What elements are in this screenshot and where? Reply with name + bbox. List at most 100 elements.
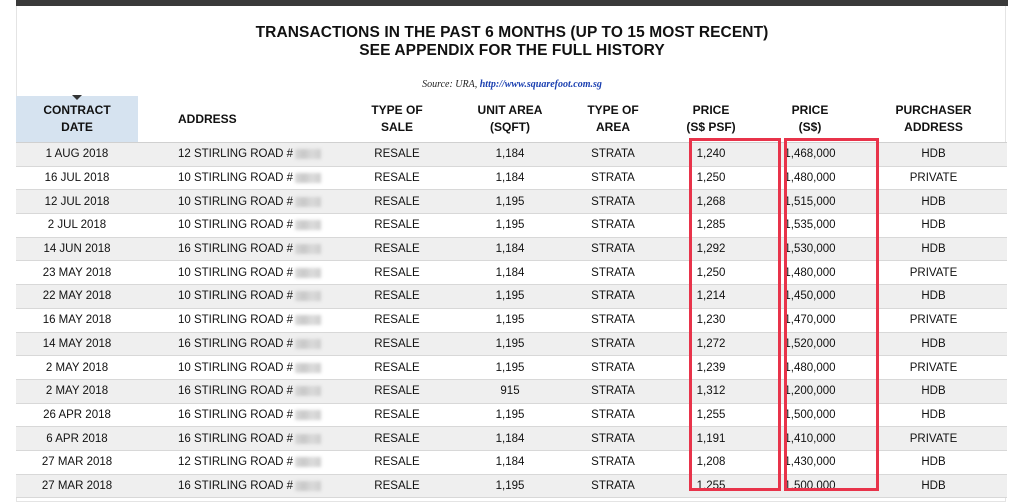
table-row[interactable]: 26 APR 2018 16 STIRLING ROAD # RESALE 1,195… xyxy=(16,403,1007,428)
cell-psf: 1,230 xyxy=(662,308,760,333)
redacted-unit-number xyxy=(295,409,322,420)
cell-date: 16 JUL 2018 xyxy=(16,166,138,191)
cell-date: 14 JUN 2018 xyxy=(16,237,138,262)
cell-area_type: STRATA xyxy=(564,332,662,357)
table-body: 1 AUG 2018 12 STIRLING ROAD # RESALE 1,184 S… xyxy=(16,142,1007,499)
cell-purchaser: HDB xyxy=(860,450,1007,475)
cell-address: 10 STIRLING ROAD # xyxy=(138,308,338,333)
cell-area_type: STRATA xyxy=(564,426,662,451)
cell-area_type: STRATA xyxy=(564,284,662,309)
cell-purchaser: HDB xyxy=(860,474,1007,499)
cell-psf: 1,255 xyxy=(662,474,760,499)
redacted-unit-number xyxy=(295,173,322,183)
cell-purchaser: HDB xyxy=(860,332,1007,357)
address-text: 12 STIRLING ROAD # xyxy=(178,456,294,469)
source-note: Source: URA, http://www.squarefoot.com.s… xyxy=(0,79,1024,90)
cell-area_type: STRATA xyxy=(564,237,662,262)
column-header-date[interactable]: CONTRACT DATE xyxy=(16,95,138,143)
column-header-label: ADDRESS xyxy=(178,111,237,126)
table-row[interactable]: 22 MAY 2018 10 STIRLING ROAD # RESALE 1,195… xyxy=(16,284,1007,309)
column-header-address[interactable]: ADDRESS xyxy=(138,96,338,143)
table-row[interactable]: 2 MAY 2018 16 STIRLING ROAD # RESALE 915 STR… xyxy=(16,379,1007,404)
cell-area: 915 xyxy=(456,379,564,404)
redacted-unit-number xyxy=(295,386,322,397)
cell-date: 2 JUL 2018 xyxy=(16,213,138,238)
source-label: Source: URA, xyxy=(422,79,478,90)
cell-purchaser: PRIVATE xyxy=(860,426,1007,451)
cell-date: 1 AUG 2018 xyxy=(16,142,138,167)
column-header-price[interactable]: PRICE (S$) xyxy=(760,96,860,143)
cell-date: 2 MAY 2018 xyxy=(16,379,138,404)
cell-area: 1,195 xyxy=(456,332,564,357)
source-link[interactable]: http://www.squarefoot.com.sg xyxy=(480,79,602,90)
column-header-sublabel: AREA xyxy=(595,120,630,134)
cell-psf: 1,250 xyxy=(662,166,760,191)
cell-sale: RESALE xyxy=(338,332,456,357)
cell-address: 16 STIRLING ROAD # xyxy=(138,379,338,404)
column-header-purchaser[interactable]: PURCHASER ADDRESS xyxy=(860,96,1007,143)
address-text: 12 STIRLING ROAD # xyxy=(178,148,294,161)
table-header-row: CONTRACT DATE ADDRESS TYPE OF SALE UNIT AREA (… xyxy=(16,95,1007,143)
cell-area: 1,184 xyxy=(456,260,564,286)
column-header-label: PRICE xyxy=(791,103,829,117)
table-row[interactable]: 6 APR 2018 16 STIRLING ROAD # RESALE 1,184 S… xyxy=(16,426,1007,451)
cell-address: 10 STIRLING ROAD # xyxy=(138,166,338,191)
cell-price: 1,535,000 xyxy=(760,213,860,238)
cell-area_type: STRATA xyxy=(564,355,662,380)
cell-address: 12 STIRLING ROAD # xyxy=(138,450,338,475)
address-text: 16 STIRLING ROAD # xyxy=(178,408,294,421)
column-header-sublabel: (S$ PSF) xyxy=(686,120,736,134)
cell-address: 10 STIRLING ROAD # xyxy=(138,284,338,309)
redacted-unit-number xyxy=(295,457,322,468)
cell-address: 10 STIRLING ROAD # xyxy=(138,355,338,380)
address-text: 10 STIRLING ROAD # xyxy=(178,195,294,208)
cell-address: 10 STIRLING ROAD # xyxy=(138,260,338,286)
cell-area_type: STRATA xyxy=(564,474,662,499)
cell-area: 1,184 xyxy=(456,426,564,451)
cell-date: 23 MAY 2018 xyxy=(16,260,138,286)
column-header-area[interactable]: UNIT AREA (SQFT) xyxy=(456,96,564,143)
cell-area: 1,195 xyxy=(456,308,564,333)
table-row[interactable]: 2 MAY 2018 10 STIRLING ROAD # RESALE 1,195 S… xyxy=(16,355,1007,380)
cell-sale: RESALE xyxy=(338,189,456,215)
table-row[interactable]: 14 JUN 2018 16 STIRLING ROAD # RESALE 1,184… xyxy=(16,237,1007,262)
column-header-sale[interactable]: TYPE OF SALE xyxy=(338,96,456,143)
redacted-unit-number xyxy=(295,149,322,160)
table-row[interactable]: 16 JUL 2018 10 STIRLING ROAD # RESALE 1,184… xyxy=(16,166,1007,191)
cell-address: 16 STIRLING ROAD # xyxy=(138,426,338,451)
column-header-label: UNIT AREA xyxy=(477,103,543,117)
table-row[interactable]: 23 MAY 2018 10 STIRLING ROAD # RESALE 1,184… xyxy=(16,260,1007,286)
cell-price: 1,480,000 xyxy=(760,260,860,286)
table-row[interactable]: 27 MAR 2018 16 STIRLING ROAD # RESALE 1,195… xyxy=(16,474,1007,499)
table-row[interactable]: 2 JUL 2018 10 STIRLING ROAD # RESALE 1,195 S… xyxy=(16,213,1007,238)
column-header-area_type[interactable]: TYPE OF AREA xyxy=(564,96,662,143)
cell-date: 26 APR 2018 xyxy=(16,403,138,428)
cell-price: 1,530,000 xyxy=(760,237,860,262)
cell-psf: 1,240 xyxy=(662,142,760,167)
table-row[interactable]: 16 MAY 2018 10 STIRLING ROAD # RESALE 1,195… xyxy=(16,308,1007,333)
table-row[interactable]: 12 JUL 2018 10 STIRLING ROAD # RESALE 1,195… xyxy=(16,189,1007,215)
cell-date: 2 MAY 2018 xyxy=(16,355,138,380)
cell-area_type: STRATA xyxy=(564,166,662,191)
cell-sale: RESALE xyxy=(338,474,456,499)
cell-area: 1,184 xyxy=(456,450,564,475)
cell-area_type: STRATA xyxy=(564,308,662,333)
table-row[interactable]: 1 AUG 2018 12 STIRLING ROAD # RESALE 1,184 S… xyxy=(16,142,1007,167)
cell-price: 1,500,000 xyxy=(760,474,860,499)
cell-purchaser: PRIVATE xyxy=(860,166,1007,191)
cell-area: 1,195 xyxy=(456,474,564,499)
cell-area: 1,195 xyxy=(456,284,564,309)
table-row[interactable]: 27 MAR 2018 12 STIRLING ROAD # RESALE 1,184… xyxy=(16,450,1007,475)
cell-psf: 1,255 xyxy=(662,403,760,428)
cell-psf: 1,285 xyxy=(662,213,760,238)
page-title: TRANSACTIONS IN THE PAST 6 MONTHS (UP TO… xyxy=(255,24,769,41)
cell-purchaser: HDB xyxy=(860,237,1007,262)
cell-psf: 1,250 xyxy=(662,260,760,286)
cell-date: 12 JUL 2018 xyxy=(16,189,138,215)
cell-address: 16 STIRLING ROAD # xyxy=(138,332,338,357)
table-row[interactable]: 14 MAY 2018 16 STIRLING ROAD # RESALE 1,195… xyxy=(16,332,1007,357)
cell-psf: 1,292 xyxy=(662,237,760,262)
column-header-psf[interactable]: PRICE (S$ PSF) xyxy=(662,96,760,143)
address-text: 16 STIRLING ROAD # xyxy=(178,432,294,445)
cell-area: 1,195 xyxy=(456,213,564,238)
